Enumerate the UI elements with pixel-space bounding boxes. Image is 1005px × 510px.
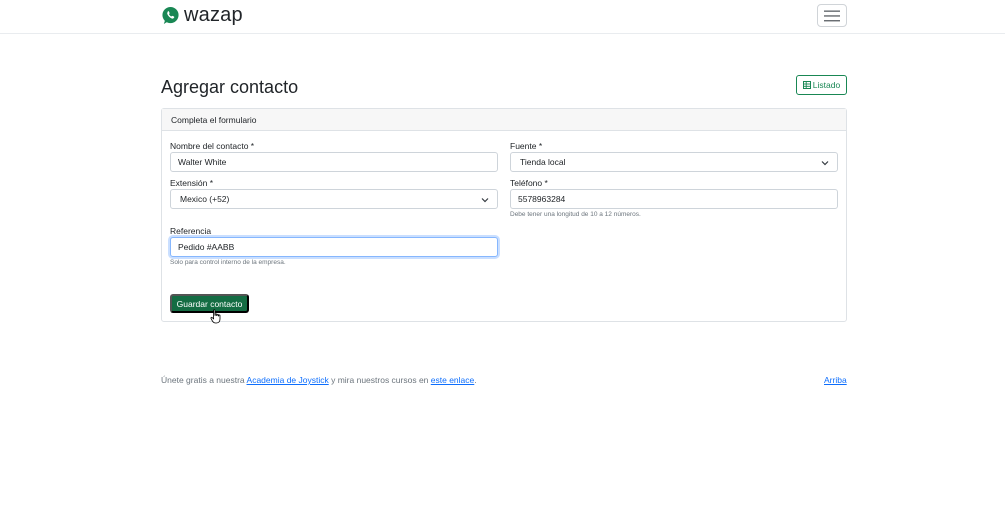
footer-text-part: Únete gratis a nuestra [161,375,247,385]
phone-help-text: Debe tener una longitud de 10 a 12 númer… [510,211,641,218]
reference-input[interactable]: Pedido #AABB [170,237,498,257]
brand-name: wazap [184,4,243,26]
name-input[interactable]: Walter White [170,152,498,172]
navbar: wazap [0,0,1005,34]
extension-select-value: Mexico (+52) [180,194,230,204]
chevron-down-icon [821,161,829,166]
whatsapp-icon [162,6,179,24]
footer-text: Únete gratis a nuestra Academia de Joyst… [161,375,477,386]
academia-link[interactable]: Academia de Joystick [247,375,329,385]
reference-help-text: Solo para control interno de la empresa. [170,259,286,266]
table-icon [802,81,811,89]
courses-link[interactable]: este enlace [431,375,474,385]
page-title: Agregar contacto [161,77,299,97]
phone-input[interactable]: 5578963284 [510,189,838,209]
source-select-value: Tienda local [520,157,566,167]
reference-label: Referencia [170,226,212,236]
source-select[interactable]: Tienda local [510,152,838,172]
name-input-value: Walter White [178,157,227,167]
form-card: Completa el formulario [161,108,847,322]
reference-input-value: Pedido #AABB [178,242,235,252]
chevron-down-icon [481,198,489,203]
list-button[interactable]: Listado [796,75,847,95]
source-label: Fuente * [510,141,543,151]
footer-text-part: . [474,375,477,385]
card-header: Completa el formulario [162,109,846,131]
name-label: Nombre del contacto * [170,141,255,151]
list-button-label: Listado [812,80,841,90]
brand-link[interactable]: wazap [161,5,243,25]
hamburger-icon [824,10,840,21]
phone-label: Teléfono * [510,178,548,188]
phone-input-value: 5578963284 [518,194,566,204]
back-to-top-link[interactable]: Arriba [824,375,847,386]
menu-toggle-button[interactable] [817,4,847,27]
footer-text-part: y mira nuestros cursos en [328,375,431,385]
hand-cursor-icon [210,309,221,324]
extension-label: Extensión * [170,178,213,188]
extension-select[interactable]: Mexico (+52) [170,189,498,209]
